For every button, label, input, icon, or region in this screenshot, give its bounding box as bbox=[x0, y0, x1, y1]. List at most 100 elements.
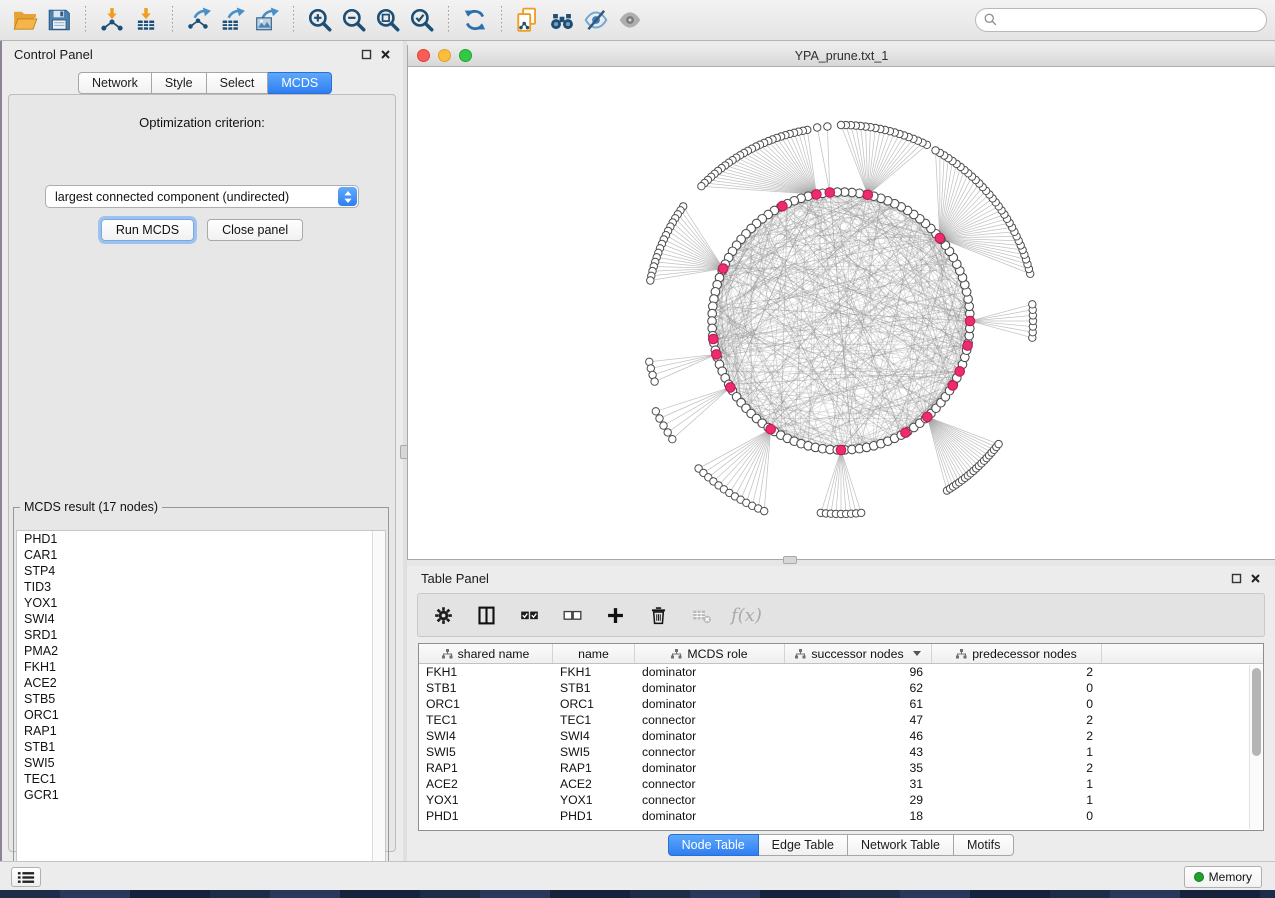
mcds-result-item[interactable]: SWI4 bbox=[17, 611, 385, 627]
cell-MCDS-role: dominator bbox=[635, 760, 785, 776]
cell-shared-name: RAP1 bbox=[419, 760, 553, 776]
search-input[interactable] bbox=[975, 8, 1267, 32]
mcds-list-scrollbar[interactable] bbox=[372, 531, 385, 873]
tab-motifs[interactable]: Motifs bbox=[954, 834, 1014, 856]
open-file-button[interactable] bbox=[8, 5, 42, 35]
tab-network[interactable]: Network bbox=[78, 72, 152, 94]
hide-selected-button[interactable] bbox=[579, 5, 613, 35]
save-session-button[interactable] bbox=[42, 5, 76, 35]
column-header-successor-nodes[interactable]: successor nodes bbox=[785, 644, 932, 663]
add-row-button[interactable] bbox=[602, 602, 628, 628]
close-panel-button[interactable]: Close panel bbox=[207, 219, 303, 241]
criterion-select[interactable]: largest connected component (undirected) bbox=[45, 185, 359, 208]
cell-MCDS-role: dominator bbox=[635, 664, 785, 680]
cell-shared-name: YOX1 bbox=[419, 792, 553, 808]
window-close-icon[interactable] bbox=[417, 49, 430, 62]
tab-mcds[interactable]: MCDS bbox=[268, 72, 332, 94]
column-header-predecessor-nodes[interactable]: predecessor nodes bbox=[932, 644, 1102, 663]
export-image-button[interactable] bbox=[250, 5, 284, 35]
select-all-button[interactable] bbox=[516, 602, 542, 628]
import-table-button[interactable] bbox=[129, 5, 163, 35]
unselect-all-button[interactable] bbox=[559, 602, 585, 628]
tab-select[interactable]: Select bbox=[207, 72, 269, 94]
tab-edge-table[interactable]: Edge Table bbox=[759, 834, 848, 856]
table-scrollbar-thumb[interactable] bbox=[1252, 668, 1261, 756]
mcds-result-item[interactable]: SWI5 bbox=[17, 755, 385, 771]
mcds-result-item[interactable]: ACE2 bbox=[17, 675, 385, 691]
memory-button[interactable]: Memory bbox=[1184, 866, 1262, 888]
mcds-result-item[interactable]: SRD1 bbox=[17, 627, 385, 643]
task-history-button[interactable] bbox=[11, 867, 41, 887]
run-mcds-button[interactable]: Run MCDS bbox=[101, 219, 194, 241]
table-row[interactable]: PHD1PHD1dominator180 bbox=[419, 808, 1263, 824]
gear-button[interactable] bbox=[430, 602, 456, 628]
table-row[interactable]: FKH1FKH1dominator962 bbox=[419, 664, 1263, 680]
float-table-icon[interactable] bbox=[1231, 573, 1242, 584]
memory-label: Memory bbox=[1209, 870, 1252, 884]
mcds-result-item[interactable]: ORC1 bbox=[17, 707, 385, 723]
mcds-result-item[interactable]: FKH1 bbox=[17, 659, 385, 675]
column-header-MCDS-role[interactable]: MCDS role bbox=[635, 644, 785, 663]
table-row[interactable]: ACE2ACE2connector311 bbox=[419, 776, 1263, 792]
cell-MCDS-role: dominator bbox=[635, 728, 785, 744]
cell-name: FKH1 bbox=[553, 664, 635, 680]
mcds-result-item[interactable]: STB5 bbox=[17, 691, 385, 707]
export-table-button[interactable] bbox=[216, 5, 250, 35]
table-row[interactable]: RAP1RAP1dominator352 bbox=[419, 760, 1263, 776]
table-row[interactable]: STB1STB1dominator620 bbox=[419, 680, 1263, 696]
float-panel-icon[interactable] bbox=[361, 49, 372, 60]
zoom-out-button[interactable] bbox=[337, 5, 371, 35]
window-maximize-icon[interactable] bbox=[459, 49, 472, 62]
refresh-layout-button[interactable] bbox=[458, 5, 492, 35]
close-table-icon[interactable] bbox=[1250, 573, 1261, 584]
table-row[interactable]: TEC1TEC1connector472 bbox=[419, 712, 1263, 728]
mcds-result-item[interactable]: RAP1 bbox=[17, 723, 385, 739]
network-canvas[interactable] bbox=[408, 67, 1275, 559]
zoom-selected-button[interactable] bbox=[405, 5, 439, 35]
zoom-fit-button[interactable] bbox=[371, 5, 405, 35]
window-minimize-icon[interactable] bbox=[438, 49, 451, 62]
columns-button[interactable] bbox=[473, 602, 499, 628]
zoom-in-button[interactable] bbox=[303, 5, 337, 35]
cell-name: ORC1 bbox=[553, 696, 635, 712]
tab-style[interactable]: Style bbox=[152, 72, 207, 94]
tab-node-table[interactable]: Node Table bbox=[668, 834, 759, 856]
mcds-result-item[interactable]: CAR1 bbox=[17, 547, 385, 563]
table-row[interactable]: SWI4SWI4dominator462 bbox=[419, 728, 1263, 744]
close-panel-icon[interactable] bbox=[380, 49, 391, 60]
mcds-result-item[interactable]: PMA2 bbox=[17, 643, 385, 659]
network-from-selection-button[interactable] bbox=[511, 5, 545, 35]
first-neighbors-button[interactable] bbox=[545, 5, 579, 35]
sort-desc-icon bbox=[913, 651, 921, 656]
mcds-result-item[interactable]: STB1 bbox=[17, 739, 385, 755]
table-row[interactable]: ORC1ORC1dominator610 bbox=[419, 696, 1263, 712]
cell-successor-nodes: 46 bbox=[785, 728, 932, 744]
mcds-result-item[interactable]: GCR1 bbox=[17, 787, 385, 803]
tab-network-table[interactable]: Network Table bbox=[848, 834, 954, 856]
status-bar: Memory bbox=[0, 861, 1275, 890]
table-scrollbar[interactable] bbox=[1249, 665, 1262, 829]
cell-shared-name: FKH1 bbox=[419, 664, 553, 680]
mcds-result-item[interactable]: PHD1 bbox=[17, 531, 385, 547]
toolbar-separator bbox=[448, 6, 449, 34]
delete-row-button[interactable] bbox=[645, 602, 671, 628]
table-header-row: shared namenameMCDS rolesuccessor nodesp… bbox=[419, 644, 1263, 664]
mcds-result-item[interactable]: STP4 bbox=[17, 563, 385, 579]
mcds-result-item[interactable]: YOX1 bbox=[17, 595, 385, 611]
toolbar-separator bbox=[85, 6, 86, 34]
export-network-button[interactable] bbox=[182, 5, 216, 35]
control-panel-tabs: NetworkStyleSelectMCDS bbox=[78, 72, 332, 94]
horizontal-splitter-handle[interactable] bbox=[783, 556, 797, 564]
column-header-shared-name[interactable]: shared name bbox=[419, 644, 553, 663]
cell-shared-name: ORC1 bbox=[419, 696, 553, 712]
table-row[interactable]: SWI5SWI5connector431 bbox=[419, 744, 1263, 760]
column-header-name[interactable]: name bbox=[553, 644, 635, 663]
table-row[interactable]: YOX1YOX1connector291 bbox=[419, 792, 1263, 808]
mcds-result-item[interactable]: TEC1 bbox=[17, 771, 385, 787]
search-box bbox=[975, 8, 1267, 32]
import-network-button[interactable] bbox=[95, 5, 129, 35]
list-icon bbox=[17, 871, 35, 884]
control-panel-header: Control Panel bbox=[2, 41, 403, 68]
mcds-result-item[interactable]: TID3 bbox=[17, 579, 385, 595]
main-toolbar bbox=[0, 0, 1275, 41]
